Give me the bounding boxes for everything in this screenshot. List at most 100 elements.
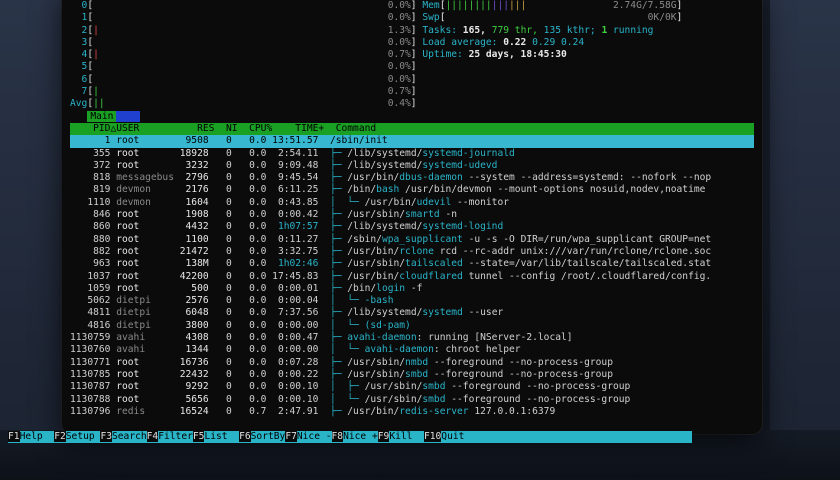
process-row[interactable]: 1037 root 42200 0 0.0 17:45.83 ├─ /usr/b… — [70, 271, 754, 283]
process-row[interactable]: 4816 dietpi 3800 0 0.0 0:00.00 │ └─ (sd-… — [70, 320, 754, 332]
process-res: 16736 — [173, 356, 209, 368]
command-path: /bin/ — [347, 282, 377, 294]
process-row[interactable]: 1130771 root 16736 0 0.0 0:07.28 ├─ /usr… — [70, 357, 754, 369]
command-path: /sbin/init — [329, 135, 388, 147]
process-res: 1604 — [173, 196, 209, 208]
fkey-f7[interactable]: F7 — [285, 431, 297, 442]
process-pid: 860 — [70, 221, 111, 233]
tree-branch: ├─ — [329, 159, 348, 171]
process-row[interactable]: 860 root 4432 0 0.0 1h07:57 ├─ /lib/syst… — [70, 221, 754, 233]
fkey-label-f10[interactable]: Quit — [441, 431, 464, 442]
process-ni: 0 — [208, 172, 232, 184]
fkey-label-f9[interactable]: Kill — [389, 431, 424, 442]
process-cpu: 0.0 — [231, 245, 267, 257]
process-cpu: 0.0 — [231, 184, 267, 196]
cpu-percent: 0.4% — [376, 98, 411, 110]
meter-row: 7[| 0.7%] — [70, 86, 754, 98]
background-right — [770, 0, 840, 480]
fkey-label-f7[interactable]: Nice - — [297, 431, 332, 442]
process-pid: 372 — [70, 159, 111, 171]
process-time: 2:47.91 — [266, 405, 319, 417]
process-ni: 0 — [208, 356, 232, 368]
fkey-f5[interactable]: F5 — [192, 431, 205, 442]
process-row[interactable]: 963 root 138M 0 0.0 1h02:46 ├─ /usr/sbin… — [70, 258, 754, 270]
process-row[interactable]: 4811 dietpi 6048 0 0.0 7:37.56 ├─ /lib/s… — [70, 307, 754, 319]
command-name: nmbd — [405, 356, 429, 368]
process-ni: 0 — [208, 295, 232, 307]
fkey-f6[interactable]: F6 — [239, 431, 251, 442]
process-time: 6:11.25 — [266, 184, 319, 196]
meter-row: 1[ 0.0%] Swp[ 0K/0K] — [70, 12, 754, 24]
process-cpu: 0.0 — [231, 258, 267, 270]
fkey-f3[interactable]: F3 — [100, 431, 112, 442]
col-header-user[interactable]: USER — [116, 123, 174, 134]
process-row[interactable]: 1130788 root 5656 0 0.0 0:00.10 │ └─ /us… — [70, 394, 754, 406]
process-user: root — [116, 356, 174, 368]
process-pid: 1130785 — [70, 368, 111, 380]
process-user: root — [116, 258, 174, 270]
col-header-command[interactable]: Command — [336, 123, 376, 134]
tasks-label: Tasks: — [422, 24, 463, 36]
process-res: 3800 — [173, 319, 209, 331]
fkey-label-f6[interactable]: SortBy — [251, 431, 286, 442]
load-label: Load average: — [422, 36, 504, 48]
process-res: 500 — [173, 282, 209, 294]
command-name: udevil — [416, 196, 452, 208]
fkey-f8[interactable]: F8 — [331, 431, 344, 442]
process-row[interactable]: 1130759 avahi 4308 0 0.0 0:00.47 ├─ avah… — [70, 332, 754, 344]
fkey-label-f8[interactable]: Nice + — [343, 431, 378, 442]
process-row[interactable]: 5062 dietpi 2576 0 0.0 0:00.04 │ └─ -bas… — [70, 295, 754, 307]
process-row[interactable]: 1130785 root 22432 0 0.0 0:00.22 ├─ /usr… — [70, 369, 754, 381]
process-cpu: 0.0 — [231, 196, 267, 208]
fkey-label-f4[interactable]: Filter — [158, 431, 193, 442]
command-name: systemd-journald — [422, 147, 515, 159]
command-args: --foreground --no-process-group — [445, 393, 631, 405]
fkey-f2[interactable]: F2 — [54, 431, 66, 442]
process-ni: 0 — [208, 393, 232, 405]
tab-main[interactable]: Main — [87, 110, 117, 122]
process-row[interactable]: 1059 root 500 0 0.0 0:00.01 ├─ /bin/logi… — [70, 283, 754, 295]
fkey-f4[interactable]: F4 — [146, 431, 159, 442]
process-row[interactable]: 846 root 1908 0 0.0 0:00.42 ├─ /usr/sbin… — [70, 209, 754, 221]
process-time: 0:00.04 — [266, 295, 319, 307]
col-header-time[interactable]: TIME+ — [272, 123, 324, 134]
process-row[interactable]: 1 root 9508 0 0.0 13:51.57 /sbin/init — [70, 135, 754, 148]
fkey-label-f3[interactable]: Search — [112, 431, 147, 442]
load-1min: 0.22 — [503, 36, 527, 48]
terminal-window: 0[ 0.0%] Mem[|||||||||||||| 2.74G/7.58G]… — [62, 0, 762, 434]
fkey-label-f5[interactable]: List — [204, 431, 239, 442]
command-name: cloudflared — [399, 270, 463, 282]
process-row[interactable]: 355 root 18928 0 0.0 2:54.11 ├─ /lib/sys… — [70, 148, 754, 160]
process-row[interactable]: 1110 devmon 1604 0 0.0 0:43.85 │ └─ /usr… — [70, 197, 754, 209]
process-ni: 0 — [208, 196, 232, 208]
col-header-ni[interactable]: NI — [214, 123, 238, 134]
process-row[interactable]: 880 root 1100 0 0.0 0:11.27 ├─ /sbin/wpa… — [70, 234, 754, 246]
process-row[interactable]: 1130787 root 9292 0 0.0 0:00.10 │ ├─ /us… — [70, 381, 754, 393]
fkey-label-f1[interactable]: Help — [20, 431, 55, 442]
process-row[interactable]: 818 messagebus 2796 0 0.0 9:45.54 ├─ /us… — [70, 172, 754, 184]
fkey-f10[interactable]: F10 — [423, 431, 442, 442]
tab-io[interactable]: I/O — [116, 110, 140, 122]
process-row[interactable]: 819 devmon 2176 0 0.0 6:11.25 ├─ /bin/ba… — [70, 184, 754, 196]
col-header-cpu[interactable]: CPU% — [238, 123, 272, 134]
process-row[interactable]: 1130760 avahi 1344 0 0.0 0:00.00 │ └─ av… — [70, 344, 754, 356]
function-key-bar: F1Help F2Setup F3SearchF4FilterF5List F6… — [8, 431, 692, 443]
command-args: -n — [439, 209, 458, 221]
process-time: 17:45.83 — [266, 270, 319, 282]
command-name: dbus-daemon — [399, 172, 463, 184]
command-args: --monitor — [451, 196, 510, 208]
tree-branch: ├─ — [329, 356, 348, 368]
process-row[interactable]: 1130796 redis 16524 0 0.7 2:47.91 ├─ /us… — [70, 406, 754, 418]
fkey-f9[interactable]: F9 — [377, 431, 390, 442]
process-row[interactable]: 882 root 21472 0 0.0 3:32.75 ├─ /usr/bin… — [70, 246, 754, 258]
process-row[interactable]: 372 root 3232 0 0.0 9:09.48 ├─ /lib/syst… — [70, 160, 754, 172]
command-path: /usr/sbin/ — [364, 393, 423, 405]
col-header-pid[interactable]: PID — [70, 123, 110, 134]
col-header-res[interactable]: RES — [174, 123, 214, 134]
command-args: tunnel --config /root/.cloudflared/confi… — [462, 270, 712, 282]
fkey-f1[interactable]: F1 — [8, 431, 20, 442]
fkey-label-f2[interactable]: Setup — [66, 431, 101, 442]
